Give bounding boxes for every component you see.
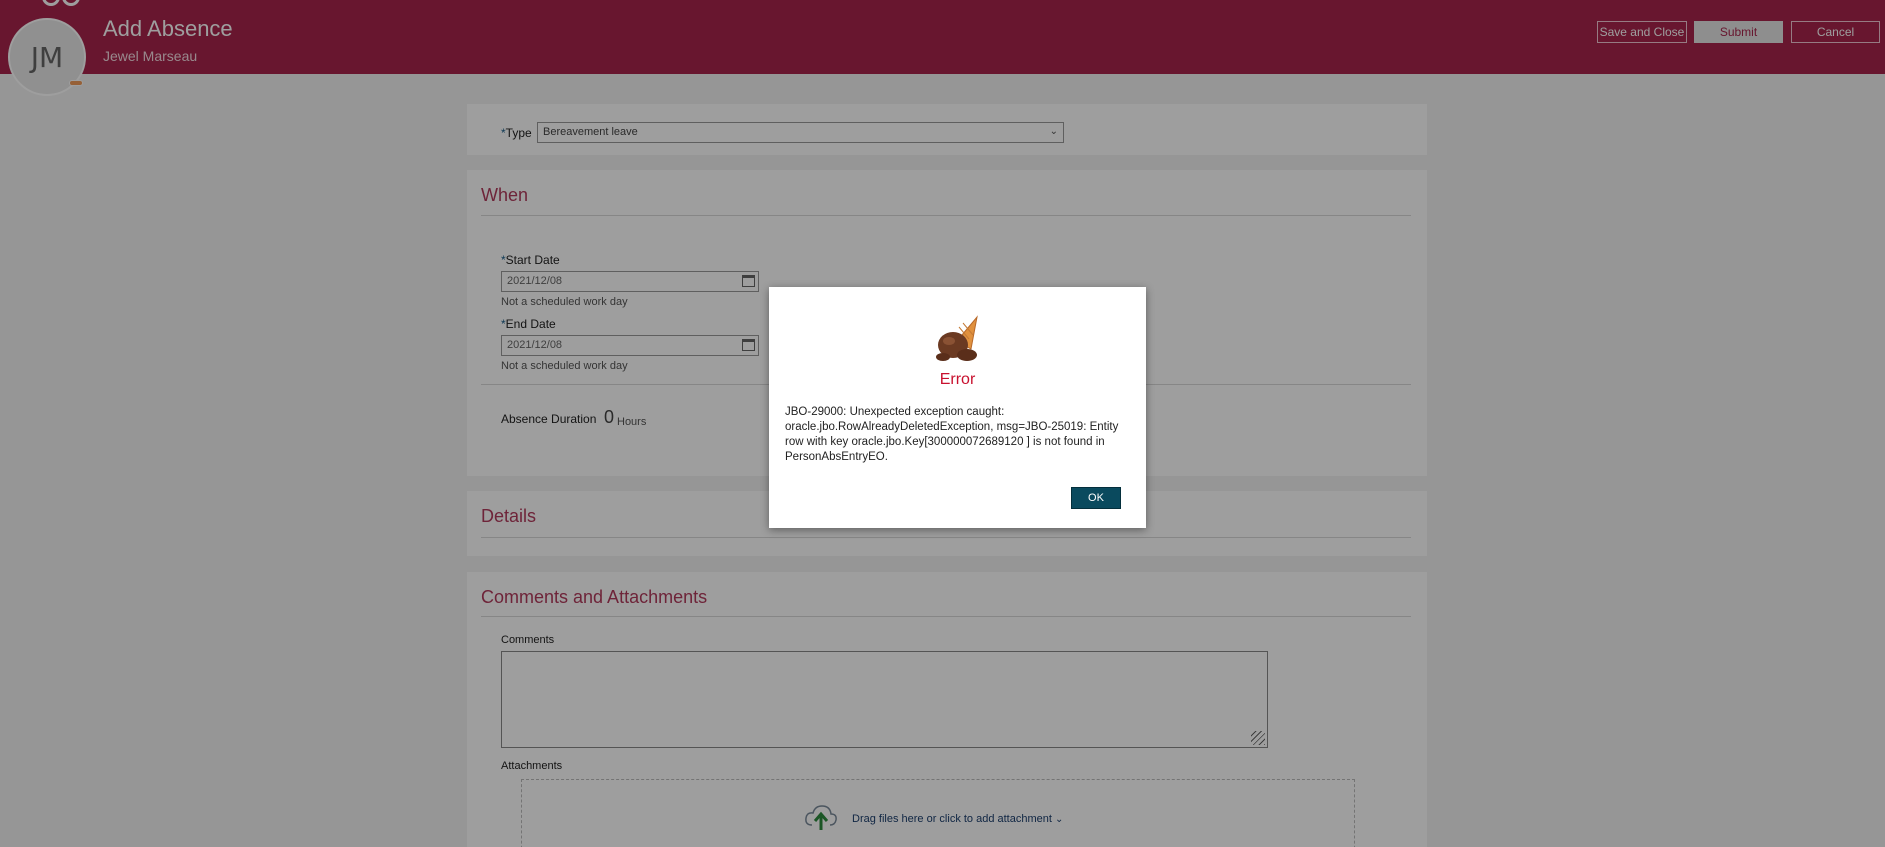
error-message: JBO-29000: Unexpected exception caught: … bbox=[785, 406, 1119, 463]
ok-button[interactable]: OK bbox=[1071, 487, 1121, 509]
error-dialog: Error JBO-29000: Unexpected exception ca… bbox=[769, 287, 1146, 528]
error-title: Error bbox=[939, 371, 976, 388]
melted-ice-cream-icon bbox=[936, 315, 978, 361]
